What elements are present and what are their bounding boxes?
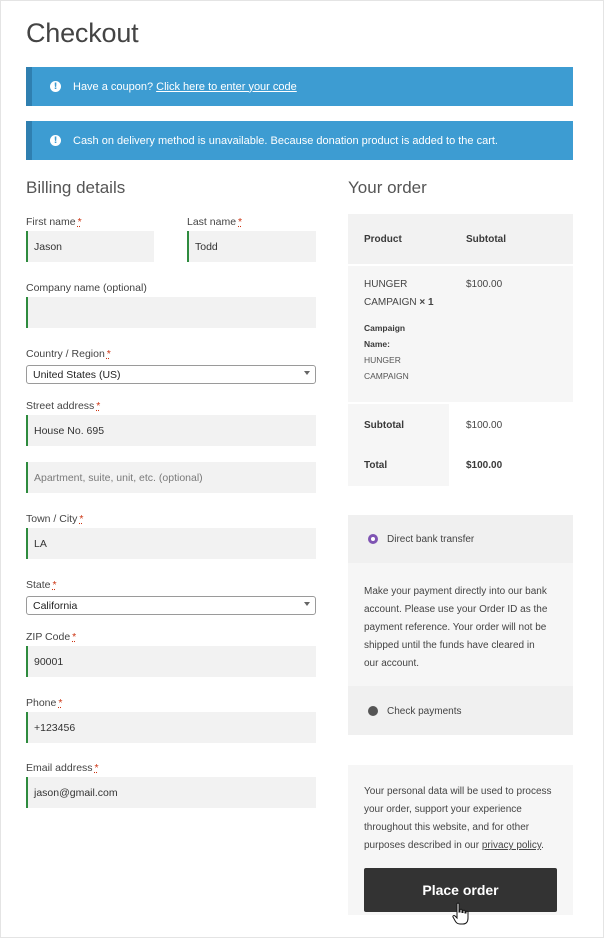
email-label: Email address * <box>26 762 99 774</box>
order-item-name: HUNGER <box>364 279 408 290</box>
phone-label: Phone * <box>26 697 63 709</box>
first-name-label: First name * <box>26 216 82 228</box>
zip-input[interactable]: 90001 <box>26 646 316 677</box>
privacy-policy-link[interactable]: privacy policy <box>482 840 541 851</box>
total-value: $100.00 <box>466 460 503 471</box>
check-payments-label[interactable]: Check payments <box>387 706 461 717</box>
state-select-value: California <box>33 599 78 612</box>
cod-notice-text: Cash on delivery method is unavailable. … <box>73 134 498 147</box>
bank-transfer-description: Make your payment directly into our bank… <box>364 586 548 669</box>
order-totals-bg <box>449 404 573 486</box>
cod-notice: ! Cash on delivery method is unavailable… <box>26 121 573 160</box>
phone-input[interactable]: +123456 <box>26 712 316 743</box>
city-label: Town / City * <box>26 513 84 525</box>
privacy-notice: Your personal data will be used to proce… <box>364 786 552 851</box>
chevron-down-icon <box>304 602 310 606</box>
country-select-value: United States (US) <box>33 368 121 381</box>
billing-details-title: Billing details <box>26 178 126 197</box>
country-label: Country / Region * <box>26 348 111 360</box>
city-input[interactable]: LA <box>26 528 316 559</box>
company-input[interactable] <box>26 297 316 328</box>
street-label: Street address * <box>26 400 101 412</box>
bank-transfer-label[interactable]: Direct bank transfer <box>387 534 474 545</box>
coupon-notice-text: Have a coupon? <box>73 80 154 93</box>
bank-transfer-radio[interactable] <box>368 534 378 544</box>
order-item-meta-value: HUNGER CAMPAIGN <box>364 355 409 381</box>
country-select[interactable]: United States (US) <box>26 365 316 384</box>
subtotal-label: Subtotal <box>364 420 404 431</box>
state-select[interactable]: California <box>26 596 316 615</box>
last-name-label: Last name * <box>187 216 243 228</box>
zip-label: ZIP Code * <box>26 631 77 643</box>
your-order-title: Your order <box>348 178 427 197</box>
order-item-meta-key: Campaign Name: <box>364 323 406 349</box>
subtotal-value: $100.00 <box>466 420 503 431</box>
enter-coupon-link[interactable]: Click here to enter your code <box>156 81 297 93</box>
coupon-notice: ! Have a coupon? Click here to enter you… <box>26 67 573 106</box>
order-item-price: $100.00 <box>466 279 503 290</box>
apartment-input[interactable]: Apartment, suite, unit, etc. (optional) <box>26 462 316 493</box>
info-icon: ! <box>50 81 61 92</box>
first-name-input[interactable]: Jason <box>26 231 154 262</box>
hand-cursor-icon <box>452 902 469 925</box>
page-title: Checkout <box>26 18 139 48</box>
total-label: Total <box>364 460 388 471</box>
email-input[interactable]: jason@gmail.com <box>26 777 316 808</box>
order-divider <box>348 264 573 266</box>
product-column-header: Product <box>364 234 402 245</box>
info-icon: ! <box>50 135 61 146</box>
chevron-down-icon <box>304 371 310 375</box>
check-payments-radio[interactable] <box>368 706 378 716</box>
street-address-input[interactable]: House No. 695 <box>26 415 316 446</box>
last-name-input[interactable]: Todd <box>187 231 316 262</box>
state-label: State * <box>26 579 57 591</box>
order-item-name-2: CAMPAIGN × 1 <box>364 297 434 308</box>
company-label: Company name (optional) <box>26 282 147 294</box>
subtotal-column-header: Subtotal <box>466 234 506 245</box>
